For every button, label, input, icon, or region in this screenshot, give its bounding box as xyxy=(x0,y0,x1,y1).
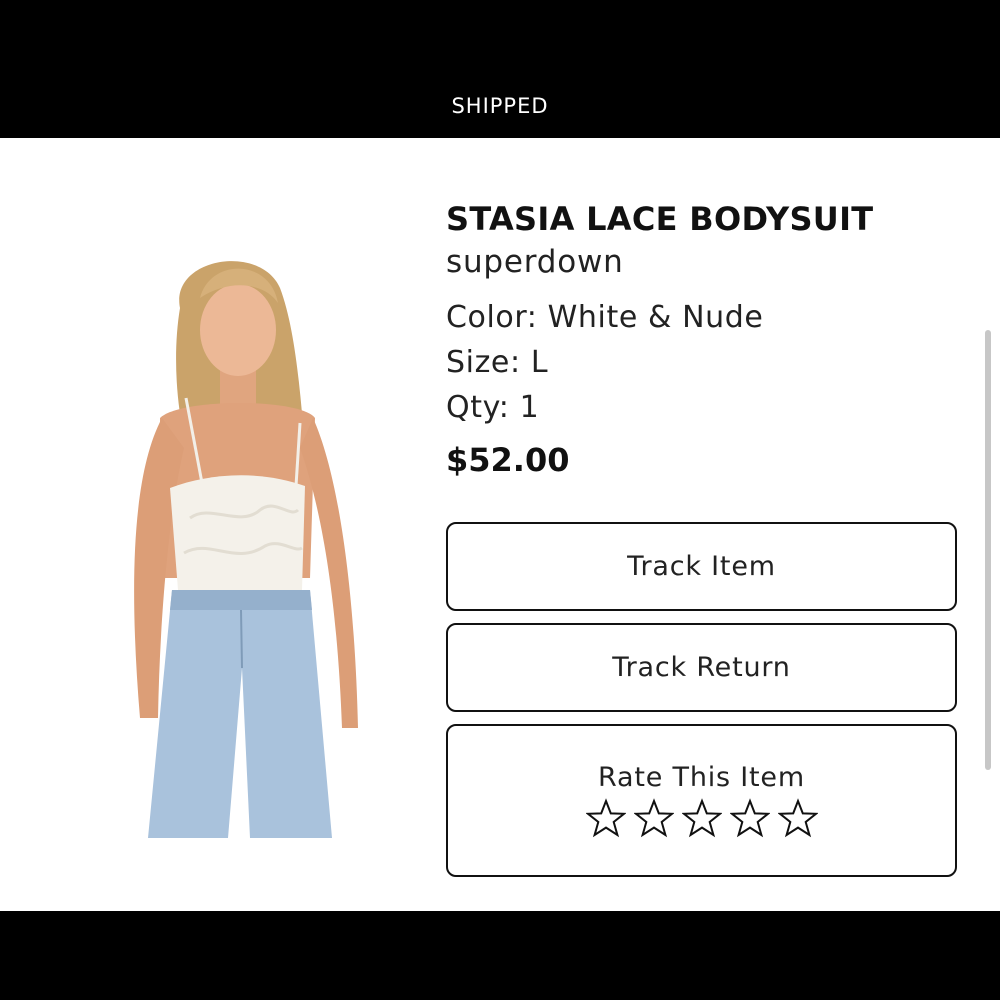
order-status-label: SHIPPED xyxy=(451,94,549,118)
product-color: Color: White & Nude xyxy=(446,300,764,335)
scrollbar-thumb[interactable] xyxy=(985,330,991,770)
product-attributes: Color: White & Nude Size: L Qty: 1 xyxy=(446,295,966,430)
rate-item-panel: Rate This Item xyxy=(446,724,957,877)
product-details: STASIA LACE BODYSUIT superdown Color: Wh… xyxy=(446,200,966,479)
order-item-card: STASIA LACE BODYSUIT superdown Color: Wh… xyxy=(0,138,1000,911)
top-status-bar: SHIPPED xyxy=(0,0,1000,138)
product-qty: Qty: 1 xyxy=(446,390,540,425)
star-rating xyxy=(448,798,955,838)
bottom-bar xyxy=(0,911,1000,1000)
product-brand: superdown xyxy=(446,244,624,280)
product-title[interactable]: STASIA LACE BODYSUIT xyxy=(446,200,966,238)
product-price: $52.00 xyxy=(446,441,570,479)
star-3-icon[interactable] xyxy=(681,798,722,838)
product-size: Size: L xyxy=(446,345,549,380)
track-item-button[interactable]: Track Item xyxy=(446,522,957,611)
star-2-icon[interactable] xyxy=(633,798,674,838)
star-5-icon[interactable] xyxy=(777,798,818,838)
product-image[interactable] xyxy=(100,248,390,838)
star-4-icon[interactable] xyxy=(729,798,770,838)
track-return-button[interactable]: Track Return xyxy=(446,623,957,712)
star-1-icon[interactable] xyxy=(585,798,626,838)
rate-item-label: Rate This Item xyxy=(598,762,805,793)
